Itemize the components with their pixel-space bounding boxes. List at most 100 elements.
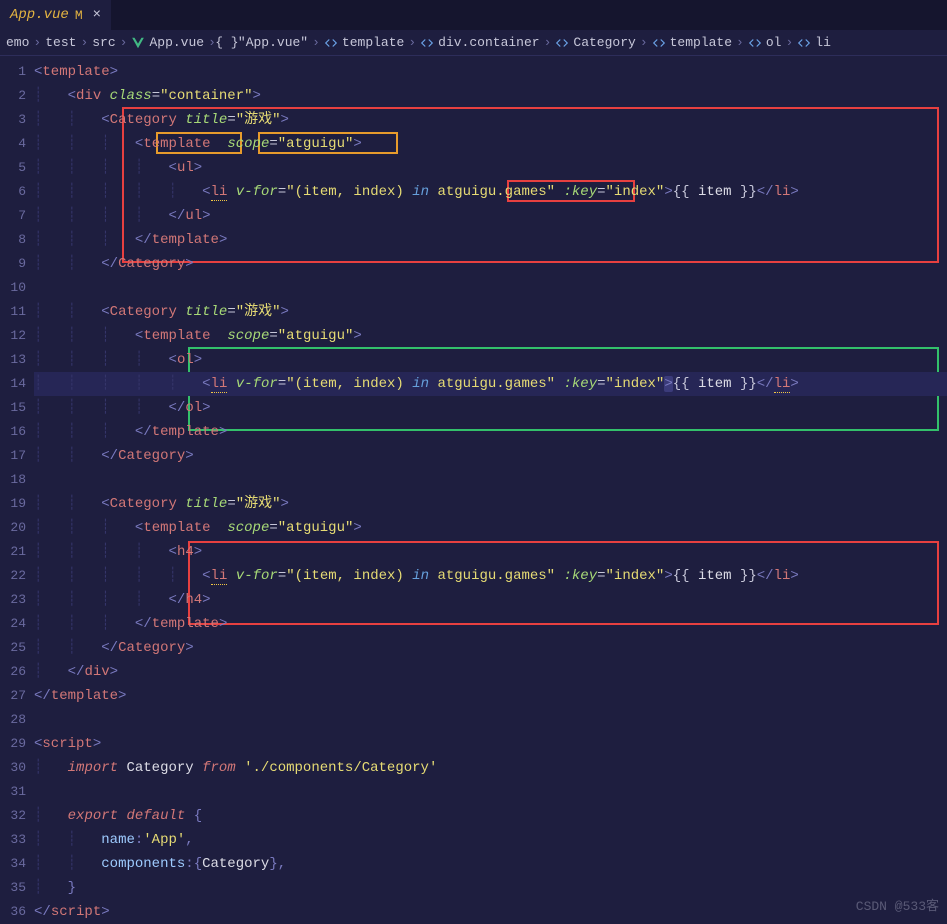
line-number: 11 [0,300,26,324]
line-number: 16 [0,420,26,444]
line-number: 1 [0,60,26,84]
braces-icon: { } [220,36,234,50]
tab-modified-badge: M [75,8,83,23]
code-line[interactable]: ┊ ┊ ┊ ┊ <h4> [34,540,947,564]
breadcrumb-item[interactable]: template [652,35,732,50]
line-number: 10 [0,276,26,300]
code-line[interactable]: ┊ ┊ ┊ ┊ ┊ <li v-for="(item, index) in at… [34,180,947,204]
line-number: 13 [0,348,26,372]
line-number: 23 [0,588,26,612]
line-number: 32 [0,804,26,828]
code-line[interactable]: ┊ ┊ <Category title="游戏"> [34,492,947,516]
code-line[interactable]: </script> [34,900,947,920]
code-line[interactable]: ┊ ┊ ┊ ┊ ┊ <li v-for="(item, index) in at… [34,564,947,588]
tab-app-vue[interactable]: App.vue M × [0,0,111,30]
line-number-gutter: 1 2 3 4 5 6 7 8 9 10 11 12 13 14 15 16 1… [0,56,34,920]
code-line[interactable]: ┊ ┊ ┊ ┊ </ol> [34,396,947,420]
code-icon [652,36,666,50]
code-line[interactable]: ┊ ┊ </Category> [34,636,947,660]
code-line[interactable] [34,276,947,300]
code-icon [748,36,762,50]
line-number: 4 [0,132,26,156]
breadcrumb-item[interactable]: src [92,35,115,50]
code-line[interactable] [34,780,947,804]
code-line[interactable] [34,468,947,492]
line-number: 20 [0,516,26,540]
chevron-right-icon: › [736,35,744,50]
code-icon [420,36,434,50]
line-number: 31 [0,780,26,804]
line-number: 6 [0,180,26,204]
line-number: 7 [0,204,26,228]
code-line[interactable]: ┊ export default { [34,804,947,828]
line-number: 34 [0,852,26,876]
code-line[interactable]: ┊ ┊ ┊ ┊ ┊ <li v-for="(item, index) in at… [34,372,947,396]
breadcrumb-item[interactable]: App.vue [131,35,204,50]
breadcrumb-item[interactable]: { }"App.vue" [220,35,308,50]
line-number: 30 [0,756,26,780]
line-number: 12 [0,324,26,348]
line-number: 25 [0,636,26,660]
code-line[interactable]: ┊ ┊ ┊ ┊ <ul> [34,156,947,180]
code-line[interactable]: </template> [34,684,947,708]
line-number: 3 [0,108,26,132]
code-line[interactable]: ┊ ┊ ┊ ┊ <ol> [34,348,947,372]
chevron-right-icon: › [80,35,88,50]
chevron-right-icon: › [640,35,648,50]
code-line[interactable]: ┊ </div> [34,660,947,684]
breadcrumb-item[interactable]: Category [555,35,635,50]
breadcrumb-item[interactable]: template [324,35,404,50]
line-number: 28 [0,708,26,732]
code-line[interactable]: ┊ ┊ ┊ ┊ </h4> [34,588,947,612]
line-number: 17 [0,444,26,468]
code-line[interactable]: ┊ ┊ name:'App', [34,828,947,852]
code-line[interactable]: ┊ ┊ ┊ ┊ </ul> [34,204,947,228]
code-line[interactable]: ┊ ┊ <Category title="游戏"> [34,108,947,132]
code-line[interactable]: ┊ ┊ ┊ <template scope="atguigu"> [34,516,947,540]
line-number: 8 [0,228,26,252]
code-line[interactable]: ┊ ┊ ┊ </template> [34,420,947,444]
code-line[interactable]: <script> [34,732,947,756]
code-line[interactable] [34,708,947,732]
breadcrumb-item[interactable]: div.container [420,35,539,50]
breadcrumb-item[interactable]: emo [6,35,29,50]
line-number: 2 [0,84,26,108]
code-line[interactable]: ┊ ┊ </Category> [34,252,947,276]
line-number: 18 [0,468,26,492]
code-line[interactable]: ┊ ┊ ┊ </template> [34,228,947,252]
breadcrumb-item[interactable]: li [797,35,831,50]
chevron-right-icon: › [785,35,793,50]
line-number: 33 [0,828,26,852]
code-line[interactable]: ┊ import Category from './components/Cat… [34,756,947,780]
code-icon [324,36,338,50]
chevron-right-icon: › [544,35,552,50]
code-line[interactable]: ┊ ┊ components:{Category}, [34,852,947,876]
line-number: 26 [0,660,26,684]
code-line[interactable]: ┊ ┊ <Category title="游戏"> [34,300,947,324]
line-number: 5 [0,156,26,180]
code-line[interactable]: ┊ } [34,876,947,900]
code-line[interactable]: ┊ ┊ </Category> [34,444,947,468]
code-icon [555,36,569,50]
code-icon [797,36,811,50]
code-line[interactable]: <template> [34,60,947,84]
line-number: 19 [0,492,26,516]
chevron-right-icon: › [408,35,416,50]
breadcrumb-item[interactable]: test [45,35,76,50]
code-line[interactable]: ┊ ┊ ┊ </template> [34,612,947,636]
line-number: 24 [0,612,26,636]
line-number: 9 [0,252,26,276]
breadcrumb: emo › test › src › App.vue › { }"App.vue… [0,30,947,56]
chevron-right-icon: › [33,35,41,50]
code-line[interactable]: ┊ <div class="container"> [34,84,947,108]
breadcrumb-item[interactable]: ol [748,35,782,50]
tab-bar: App.vue M × [0,0,947,30]
code-line[interactable]: ┊ ┊ ┊ <template scope="atguigu"> [34,324,947,348]
close-icon[interactable]: × [93,7,101,23]
code-line[interactable]: ┊ ┊ ┊ <template scope="atguigu"> [34,132,947,156]
line-number: 35 [0,876,26,900]
code-area[interactable]: <template> ┊ <div class="container"> ┊ ┊… [34,56,947,920]
tab-file-name: App.vue [10,7,69,23]
line-number: 29 [0,732,26,756]
chevron-right-icon: › [312,35,320,50]
